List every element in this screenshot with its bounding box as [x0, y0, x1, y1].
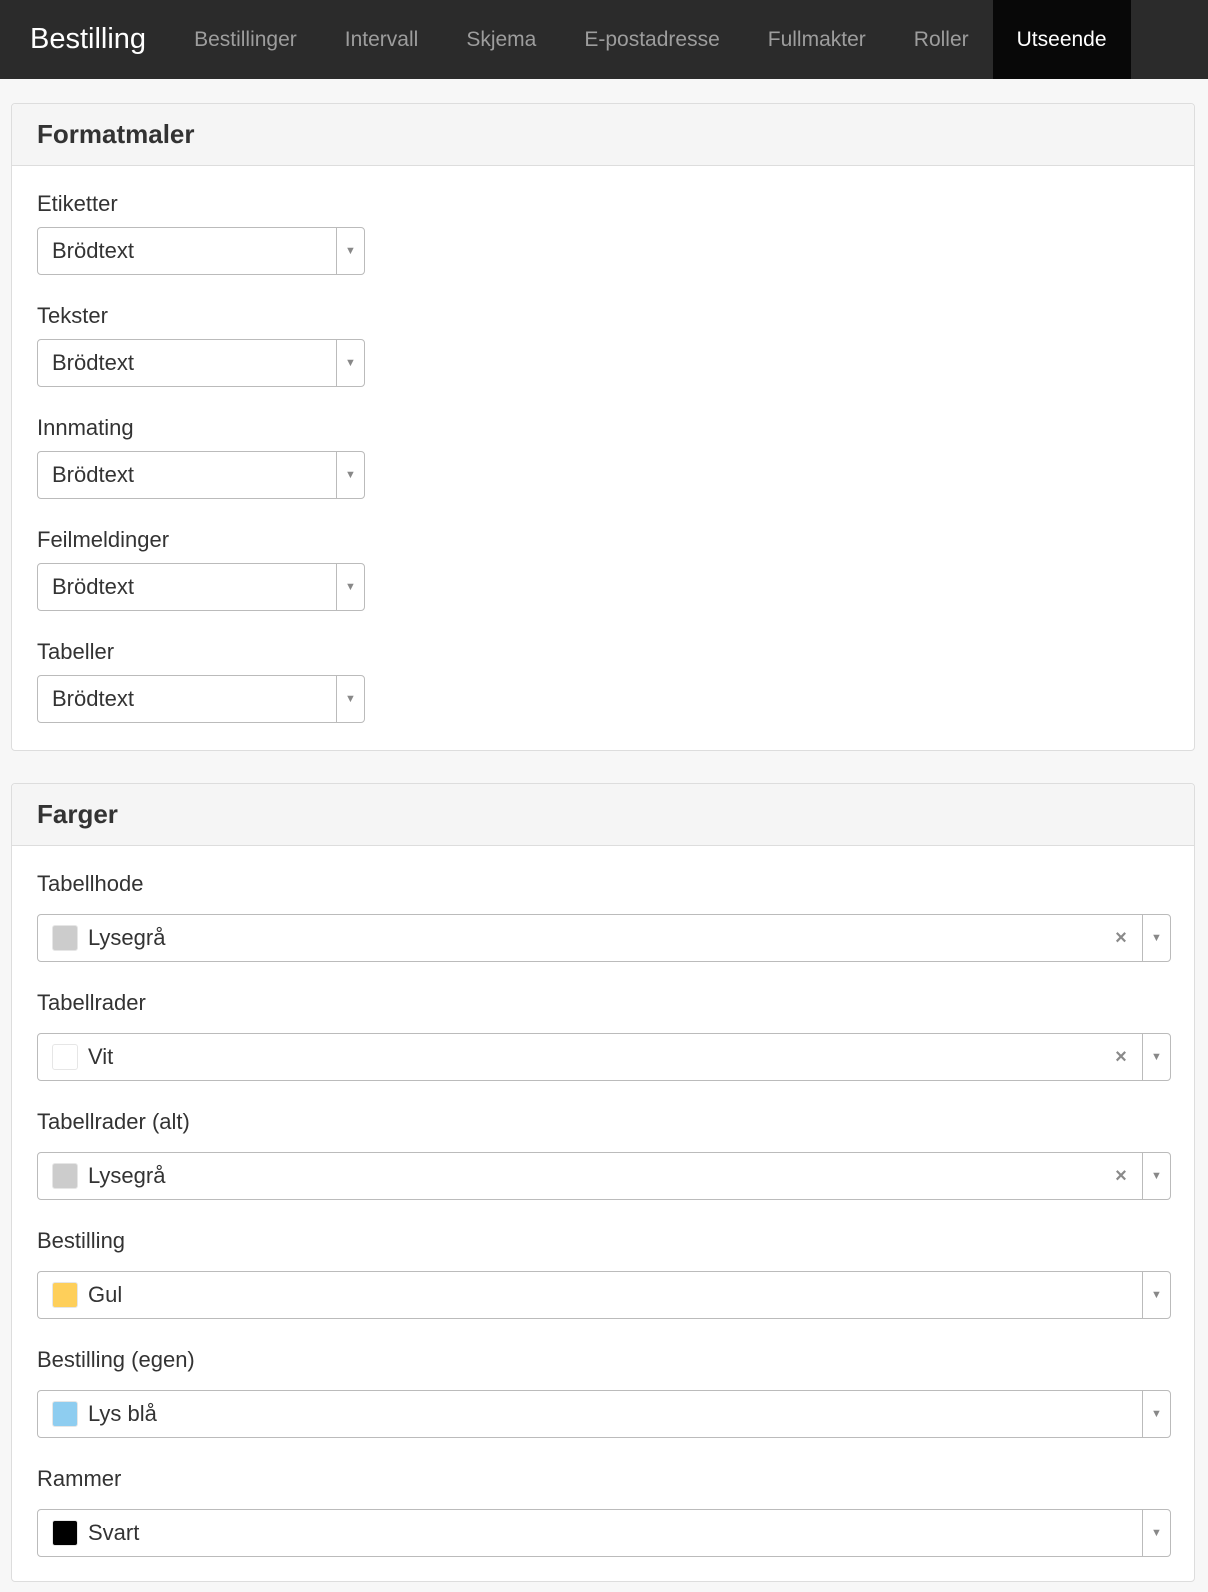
tabellhode-select[interactable]: Lysegrå × ▼ [37, 914, 1171, 962]
bestilling-egen-label: Bestilling (egen) [37, 1347, 195, 1372]
chevron-down-icon[interactable]: ▼ [1142, 1153, 1170, 1199]
tabellrader-alt-value: Lysegrå [88, 1163, 166, 1188]
chevron-down-icon[interactable]: ▼ [1142, 1510, 1170, 1556]
chevron-down-icon[interactable]: ▼ [1142, 1034, 1170, 1080]
clear-icon[interactable]: × [1106, 927, 1136, 950]
feilmeldinger-field: Feilmeldinger Brödtext ▼ [37, 527, 1169, 639]
innmating-select[interactable]: Brödtext ▼ [37, 451, 365, 499]
tabellhode-field: Tabellhode Lysegrå × ▼ [37, 871, 1171, 990]
innmating-value: Brödtext [52, 462, 134, 487]
nav-item-intervall[interactable]: Intervall [321, 0, 443, 79]
rammer-field: Rammer Svart ▼ [37, 1466, 1171, 1585]
nav-menu: Bestillinger Intervall Skjema E-postadre… [170, 0, 1131, 79]
tekster-select[interactable]: Brödtext ▼ [37, 339, 365, 387]
bestilling-egen-select[interactable]: Lys blå ▼ [37, 1390, 1171, 1438]
tabellrader-alt-select[interactable]: Lysegrå × ▼ [37, 1152, 1171, 1200]
bestilling-select[interactable]: Gul ▼ [37, 1271, 1171, 1319]
color-swatch [52, 1044, 78, 1070]
formatmaler-body: Etiketter Brödtext ▼ Tekster Brödtext ▼ … [12, 166, 1194, 751]
color-swatch [52, 1282, 78, 1308]
nav-item-e-postadresse[interactable]: E-postadresse [560, 0, 743, 79]
bestilling-field: Bestilling Gul ▼ [37, 1228, 1171, 1347]
chevron-down-icon[interactable]: ▼ [1142, 915, 1170, 961]
tabellrader-alt-label: Tabellrader (alt) [37, 1109, 190, 1134]
tabellrader-alt-field: Tabellrader (alt) Lysegrå × ▼ [37, 1109, 1171, 1228]
tekster-value: Brödtext [52, 350, 134, 375]
color-swatch [52, 1401, 78, 1427]
etiketter-label: Etiketter [37, 191, 118, 216]
tabeller-label: Tabeller [37, 639, 115, 664]
nav-item-skjema[interactable]: Skjema [442, 0, 560, 79]
color-swatch [52, 1163, 78, 1189]
tekster-field: Tekster Brödtext ▼ [37, 303, 1169, 415]
chevron-down-icon[interactable]: ▼ [1142, 1391, 1170, 1437]
chevron-down-icon[interactable]: ▼ [336, 228, 364, 274]
chevron-down-icon[interactable]: ▼ [336, 676, 364, 722]
tekster-label: Tekster [37, 303, 108, 328]
tabellrader-select[interactable]: Vit × ▼ [37, 1033, 1171, 1081]
tabellrader-field: Tabellrader Vit × ▼ [37, 990, 1171, 1109]
color-swatch [52, 925, 78, 951]
feilmeldinger-select[interactable]: Brödtext ▼ [37, 563, 365, 611]
clear-icon[interactable]: × [1106, 1165, 1136, 1188]
farger-panel: Farger Tabellhode Lysegrå × ▼ Tabellrade… [11, 783, 1195, 1582]
farger-heading: Farger [12, 784, 1194, 846]
nav-item-fullmakter[interactable]: Fullmakter [744, 0, 890, 79]
tabellhode-value: Lysegrå [88, 925, 166, 950]
nav-item-roller[interactable]: Roller [890, 0, 993, 79]
clear-icon[interactable]: × [1106, 1046, 1136, 1069]
etiketter-value: Brödtext [52, 238, 134, 263]
color-swatch [52, 1520, 78, 1546]
bestilling-label: Bestilling [37, 1228, 126, 1253]
tabeller-select[interactable]: Brödtext ▼ [37, 675, 365, 723]
tabeller-field: Tabeller Brödtext ▼ [37, 639, 1169, 751]
chevron-down-icon[interactable]: ▼ [1142, 1272, 1170, 1318]
feilmeldinger-value: Brödtext [52, 574, 134, 599]
etiketter-select[interactable]: Brödtext ▼ [37, 227, 365, 275]
rammer-value: Svart [88, 1520, 140, 1545]
tabellrader-value: Vit [88, 1044, 114, 1069]
formatmaler-heading: Formatmaler [12, 104, 1194, 166]
innmating-field: Innmating Brödtext ▼ [37, 415, 1169, 527]
chevron-down-icon[interactable]: ▼ [336, 452, 364, 498]
innmating-label: Innmating [37, 415, 134, 440]
rammer-label: Rammer [37, 1466, 122, 1491]
top-navbar: Bestilling Bestillinger Intervall Skjema… [0, 0, 1208, 79]
bestilling-egen-field: Bestilling (egen) Lys blå ▼ [37, 1347, 1171, 1466]
bestilling-value: Gul [88, 1282, 123, 1307]
tabellrader-label: Tabellrader [37, 990, 146, 1015]
etiketter-field: Etiketter Brödtext ▼ [37, 191, 1169, 303]
formatmaler-panel: Formatmaler Etiketter Brödtext ▼ Tekster… [11, 103, 1195, 751]
chevron-down-icon[interactable]: ▼ [336, 340, 364, 386]
tabeller-value: Brödtext [52, 686, 134, 711]
tabellhode-label: Tabellhode [37, 871, 144, 896]
nav-item-bestillinger[interactable]: Bestillinger [170, 0, 321, 79]
farger-body: Tabellhode Lysegrå × ▼ Tabellrader Vit ×… [12, 846, 1194, 1585]
bestilling-egen-value: Lys blå [88, 1401, 157, 1426]
feilmeldinger-label: Feilmeldinger [37, 527, 170, 552]
nav-item-utseende[interactable]: Utseende [992, 0, 1131, 79]
brand-title[interactable]: Bestilling [0, 0, 170, 79]
rammer-select[interactable]: Svart ▼ [37, 1509, 1171, 1557]
chevron-down-icon[interactable]: ▼ [336, 564, 364, 610]
